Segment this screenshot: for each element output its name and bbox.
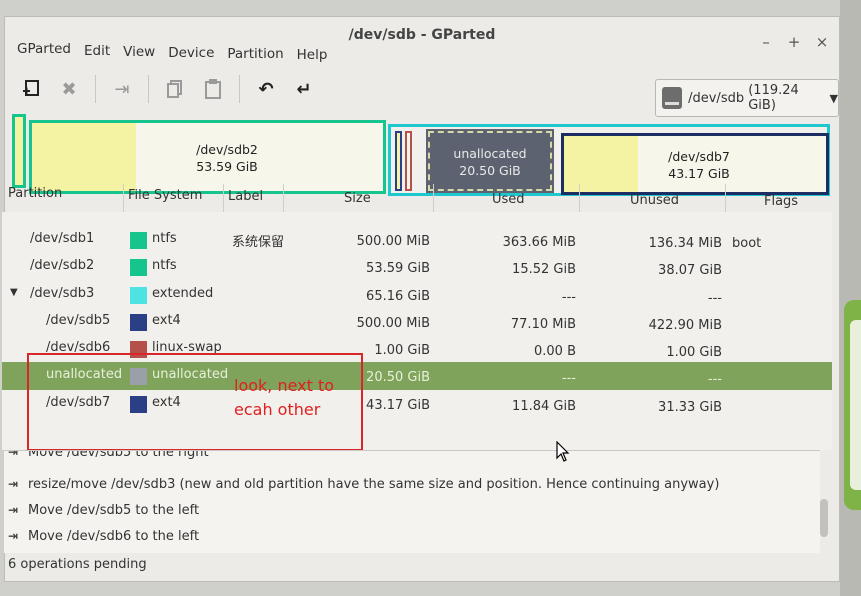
fs-color-swatch bbox=[130, 232, 147, 249]
delete-icon[interactable]: ✖ bbox=[57, 77, 81, 101]
fs-color-swatch bbox=[130, 287, 147, 304]
cell-partition: /dev/sdb2 bbox=[30, 258, 95, 273]
cell-unused: --- bbox=[707, 372, 722, 387]
cell-fs: ntfs bbox=[152, 258, 177, 273]
operation-item[interactable]: ⇥ Move /dev/sdb5 to the left bbox=[8, 503, 199, 525]
paste-icon[interactable] bbox=[201, 77, 225, 101]
cell-used: 11.84 GiB bbox=[512, 399, 576, 414]
move-icon: ⇥ bbox=[8, 503, 19, 517]
cell-fs: extended bbox=[152, 286, 214, 301]
cell-partition: /dev/sdb5 bbox=[46, 313, 111, 328]
map-sdb7-name: /dev/sdb7 bbox=[668, 149, 730, 164]
menu-help[interactable]: Help bbox=[297, 47, 328, 63]
map-sdb2-name: /dev/sdb2 bbox=[196, 142, 258, 157]
operation-item[interactable]: ⇥ Move /dev/sdb6 to the left bbox=[8, 529, 199, 551]
annotation-line-1: look, next to bbox=[234, 376, 335, 395]
undo-icon[interactable]: ↶ bbox=[254, 77, 278, 101]
cell-size: 500.00 MiB bbox=[356, 316, 430, 331]
annotation-line-2: ecah other bbox=[234, 400, 321, 419]
operation-item[interactable]: ⇥ resize/move /dev/sdb3 (new and old part… bbox=[8, 477, 719, 499]
cell-partition: /dev/sdb1 bbox=[30, 231, 95, 246]
cell-unused: 422.90 MiB bbox=[648, 318, 722, 333]
cell-unused: 38.07 GiB bbox=[658, 263, 722, 278]
maximize-button[interactable]: + bbox=[787, 33, 801, 51]
resize-move-icon[interactable]: ⇥ bbox=[110, 77, 134, 101]
background-object bbox=[844, 300, 861, 510]
cell-used: 0.00 B bbox=[534, 344, 576, 359]
apply-icon[interactable]: ↵ bbox=[292, 77, 316, 101]
cell-flags: boot bbox=[732, 236, 762, 251]
cell-unused: --- bbox=[707, 291, 722, 306]
cell-used: --- bbox=[561, 290, 576, 305]
map-unallocated-label: unallocated bbox=[453, 146, 527, 161]
cell-fs: ext4 bbox=[152, 313, 181, 328]
cell-size: 500.00 MiB bbox=[356, 234, 430, 249]
mouse-cursor-icon bbox=[556, 441, 570, 462]
copy-icon[interactable] bbox=[163, 77, 187, 101]
cell-size: 65.16 GiB bbox=[366, 289, 430, 304]
cell-fs: ntfs bbox=[152, 231, 177, 246]
cell-unused: 1.00 GiB bbox=[666, 345, 722, 360]
partition-map: /dev/sdb2 53.59 GiB unallocated 20.50 Gi… bbox=[8, 100, 830, 196]
chevron-down-icon: ▼ bbox=[829, 91, 838, 105]
cell-unused: 136.34 MiB bbox=[648, 236, 722, 251]
map-sdb5[interactable] bbox=[395, 131, 402, 191]
cell-size: 53.59 GiB bbox=[366, 261, 430, 276]
menu-gparted[interactable]: GParted bbox=[17, 41, 71, 63]
operations-scrollbar[interactable] bbox=[820, 455, 828, 551]
table-row[interactable]: ▼ /dev/sdb3 extended 65.16 GiB --- --- bbox=[2, 281, 832, 308]
operation-item[interactable]: ⇥ Move /dev/sdb5 to the right bbox=[8, 450, 209, 467]
new-partition-icon[interactable] bbox=[19, 77, 43, 101]
operation-text: resize/move /dev/sdb3 (new and old parti… bbox=[28, 477, 720, 492]
fs-color-swatch bbox=[130, 259, 147, 276]
toolbar-separator bbox=[95, 75, 96, 103]
fs-color-swatch bbox=[130, 314, 147, 331]
desktop-background bbox=[840, 0, 861, 596]
map-sdb6[interactable] bbox=[405, 131, 412, 191]
table-row[interactable]: /dev/sdb2 ntfs 53.59 GiB 15.52 GiB 38.07… bbox=[2, 253, 832, 280]
menu-edit[interactable]: Edit bbox=[84, 43, 110, 63]
annotation-text: look, next to ecah other bbox=[234, 374, 334, 422]
operation-text: Move /dev/sdb5 to the left bbox=[28, 503, 200, 518]
toolbar-separator bbox=[239, 75, 240, 103]
cell-used: 15.52 GiB bbox=[512, 262, 576, 277]
map-sdb2-size: 53.59 GiB bbox=[196, 159, 258, 174]
minimize-button[interactable]: – bbox=[759, 33, 773, 51]
move-icon: ⇥ bbox=[8, 529, 19, 543]
map-sdb7-size: 43.17 GiB bbox=[668, 166, 730, 181]
scrollbar-thumb[interactable] bbox=[820, 499, 828, 537]
menu-view[interactable]: View bbox=[123, 44, 155, 63]
operations-list: ⇥ Move /dev/sdb5 to the right ⇥ resize/mov… bbox=[4, 450, 820, 553]
menu-device[interactable]: Device bbox=[168, 45, 214, 63]
cell-partition: /dev/sdb3 bbox=[30, 286, 95, 301]
map-sdb2[interactable]: /dev/sdb2 53.59 GiB bbox=[29, 120, 386, 194]
operation-text: Move /dev/sdb6 to the left bbox=[28, 529, 200, 544]
cell-label: 系统保留 bbox=[232, 235, 285, 250]
map-sdb1[interactable] bbox=[12, 114, 26, 188]
map-unallocated-size: 20.50 GiB bbox=[459, 163, 521, 178]
move-icon: ⇥ bbox=[8, 450, 19, 459]
menu-partition[interactable]: Partition bbox=[227, 46, 283, 63]
toolbar: ✖ ⇥ ↶ ↵ bbox=[19, 75, 330, 103]
menu-bar: GParted Edit View Device Partition Help bbox=[17, 41, 327, 63]
status-bar: 6 operations pending bbox=[8, 557, 147, 572]
expander-icon[interactable]: ▼ bbox=[10, 287, 18, 298]
cell-used: 77.10 MiB bbox=[510, 317, 576, 332]
cell-used: --- bbox=[561, 371, 576, 386]
move-icon: ⇥ bbox=[8, 477, 19, 491]
table-row[interactable]: /dev/sdb1 ntfs 系统保留 500.00 MiB 363.66 Mi… bbox=[2, 226, 832, 253]
toolbar-separator bbox=[148, 75, 149, 103]
cell-used: 363.66 MiB bbox=[502, 235, 576, 250]
table-row[interactable]: /dev/sdb5 ext4 500.00 MiB 77.10 MiB 422.… bbox=[2, 308, 832, 335]
cell-unused: 31.33 GiB bbox=[658, 400, 722, 415]
operation-text: Move /dev/sdb5 to the right bbox=[28, 450, 209, 460]
close-button[interactable]: × bbox=[815, 33, 829, 51]
